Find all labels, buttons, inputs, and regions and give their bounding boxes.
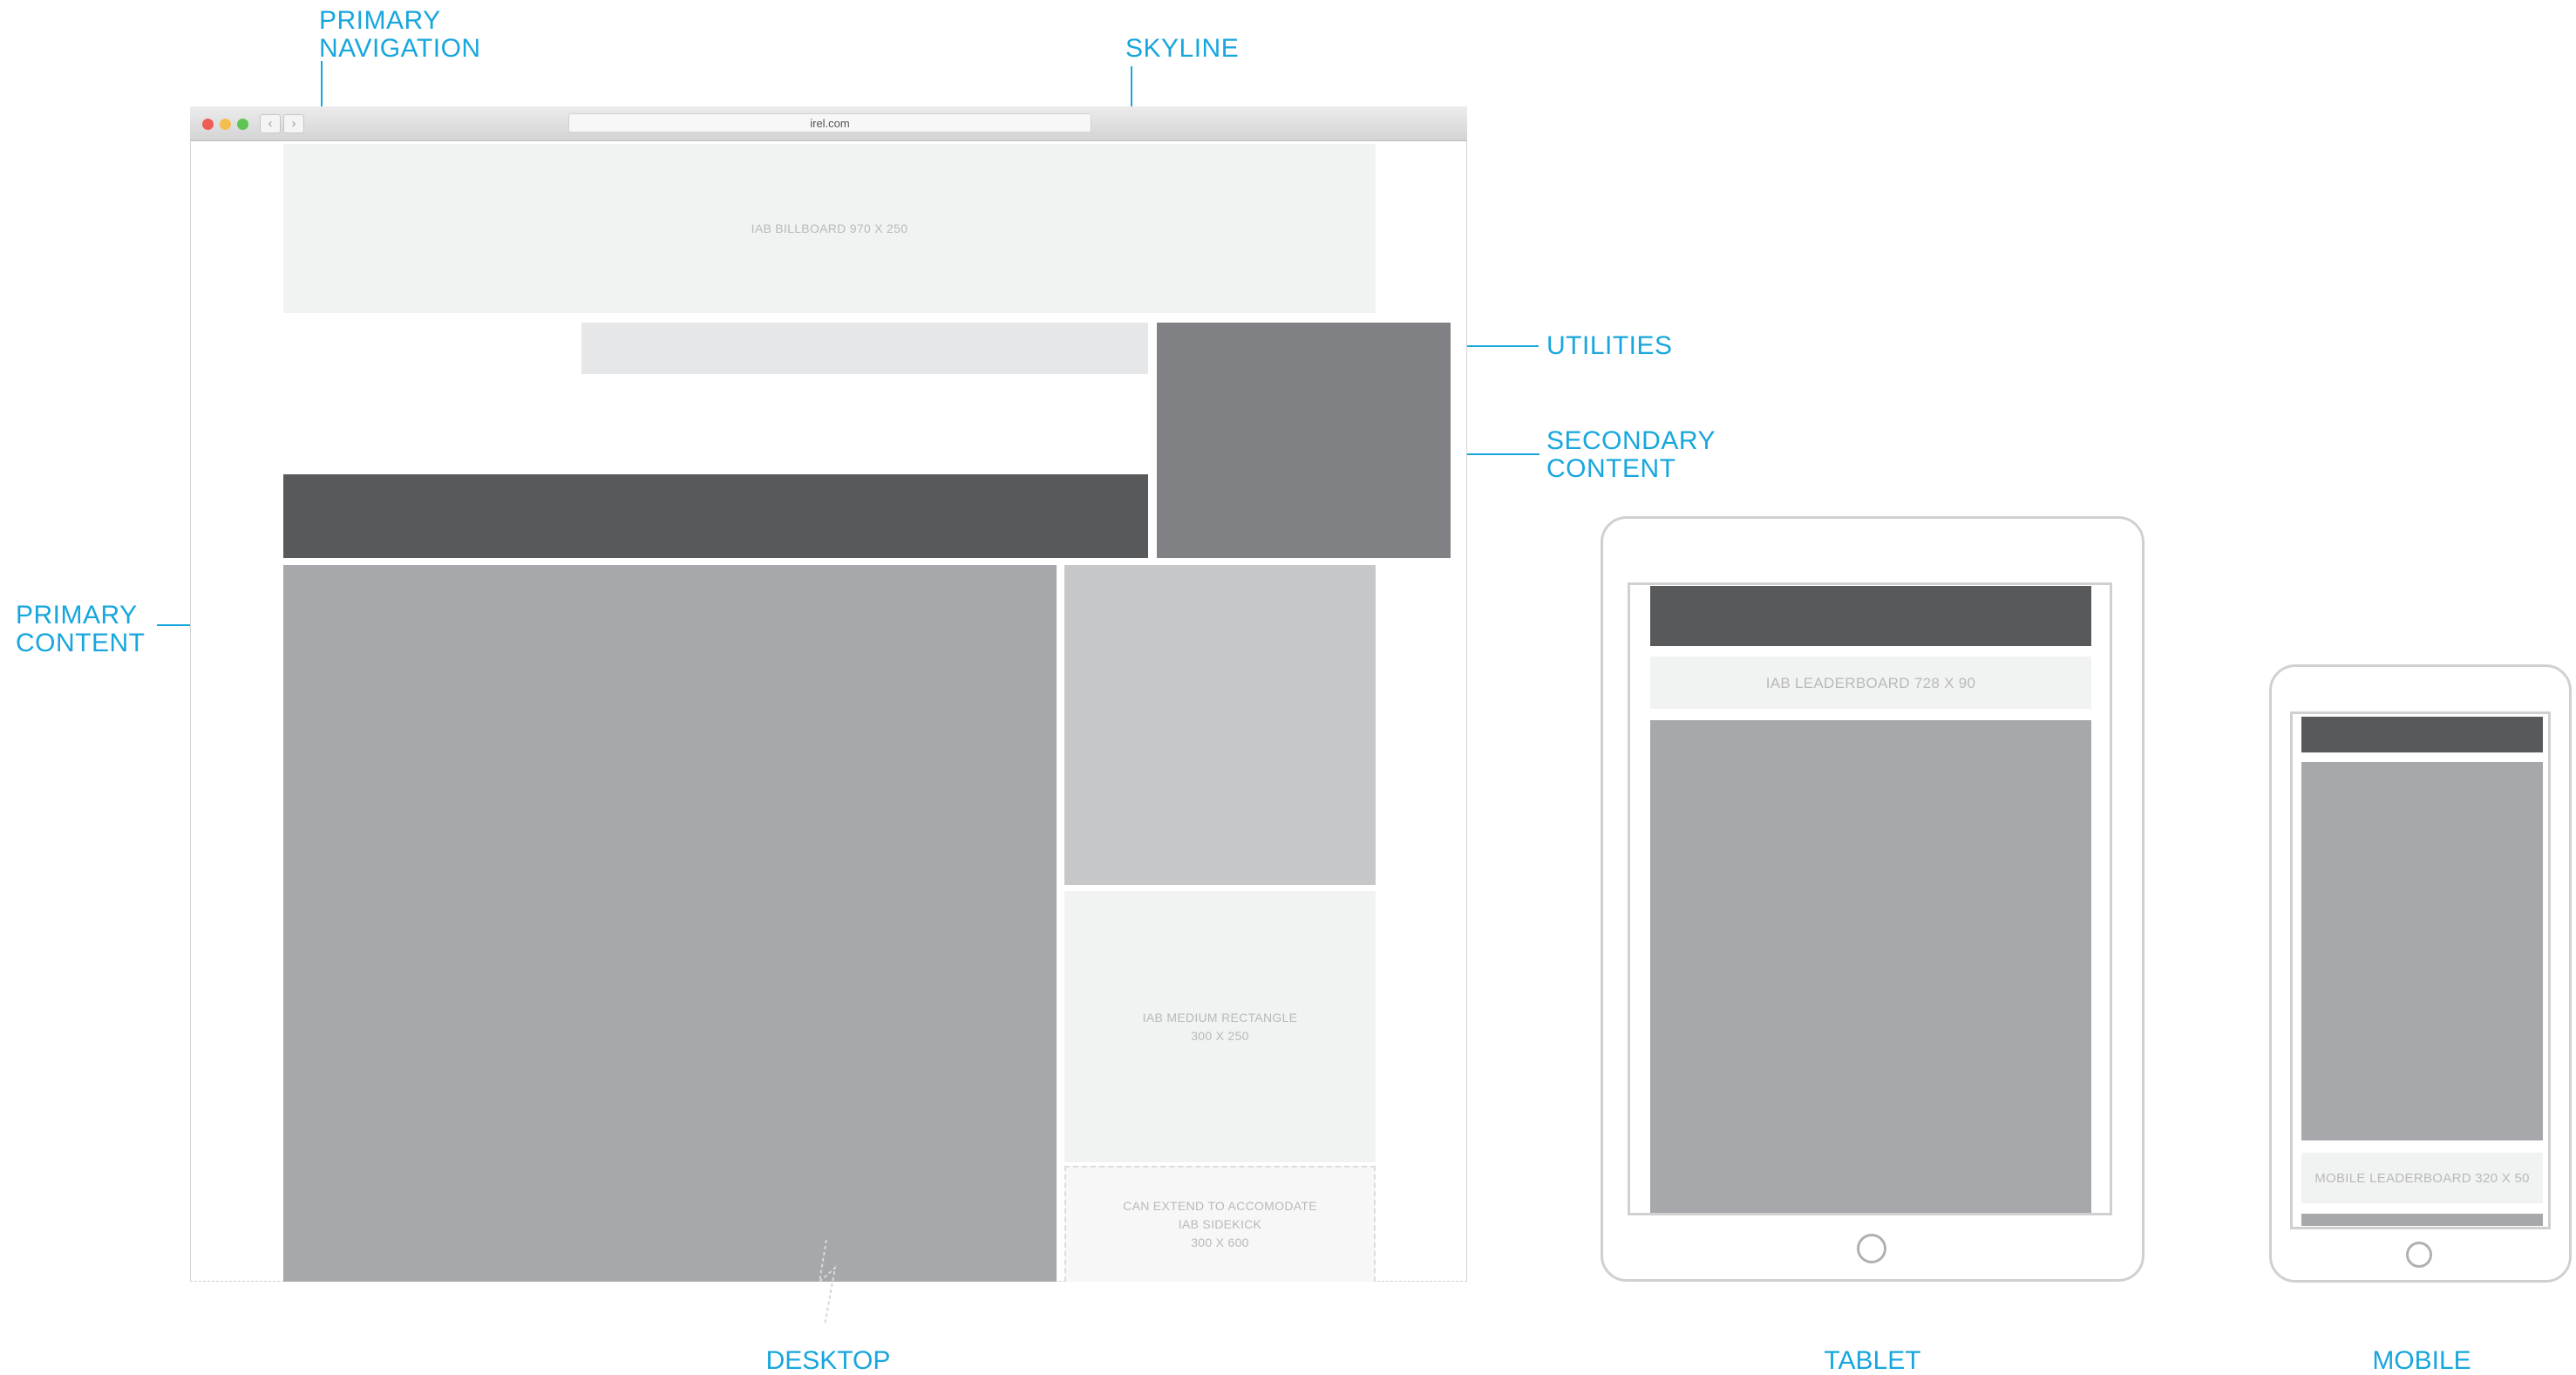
- maximize-dot-icon[interactable]: [237, 119, 248, 130]
- back-button[interactable]: ‹: [260, 114, 281, 133]
- close-dot-icon[interactable]: [202, 119, 214, 130]
- secondary-content-block: [1064, 565, 1376, 885]
- url-bar[interactable]: irel.com: [568, 113, 1091, 133]
- tablet-leaderboard-ad: IAB LEADERBOARD 728 X 90: [1650, 657, 2091, 709]
- tablet-label: TABLET: [1824, 1346, 1921, 1375]
- mobile-leaderboard-label: MOBILE LEADERBOARD 320 X 50: [2314, 1170, 2530, 1186]
- secondary-content-callout-line2: CONTENT: [1546, 454, 1676, 483]
- page-continues-zigzag-icon: [818, 1240, 837, 1326]
- skyline-callout: SKYLINE: [1125, 34, 1240, 63]
- medium-rectangle-label-line2: 300 X 250: [1191, 1028, 1249, 1043]
- medium-rectangle-ad: IAB MEDIUM RECTANGLE 300 X 250: [1064, 891, 1376, 1162]
- mobile-label: MOBILE: [2372, 1346, 2471, 1375]
- mobile-primary-content: [2301, 762, 2543, 1140]
- medium-rectangle-label-line1: IAB MEDIUM RECTANGLE: [1142, 1010, 1298, 1024]
- skyline-bar: [581, 323, 1148, 374]
- desktop-label: DESKTOP: [765, 1346, 891, 1375]
- primary-navigation-callout: PRIMARY NAVIGATION: [319, 7, 481, 63]
- billboard-ad: IAB BILLBOARD 970 X 250: [283, 144, 1376, 313]
- minimize-dot-icon[interactable]: [220, 119, 231, 130]
- secondary-content-callout: SECONDARY CONTENT: [1546, 427, 1716, 483]
- forward-button[interactable]: ›: [283, 114, 304, 133]
- primary-navigation-callout-line2: NAVIGATION: [319, 34, 481, 63]
- mobile-leaderboard-ad: MOBILE LEADERBOARD 320 X 50: [2301, 1153, 2543, 1203]
- tablet-leaderboard-label: IAB LEADERBOARD 728 X 90: [1765, 674, 1976, 691]
- primary-content-callout: PRIMARY CONTENT: [16, 602, 146, 657]
- primary-navigation-callout-line1: PRIMARY: [319, 6, 441, 35]
- primary-content-callout-line1: PRIMARY: [16, 601, 138, 630]
- sidekick-extension-ad: CAN EXTEND TO ACCOMODATE IAB SIDEKICK 30…: [1064, 1166, 1376, 1282]
- mobile-navigation-bar: [2301, 717, 2543, 752]
- secondary-content-callout-line1: SECONDARY: [1546, 426, 1716, 455]
- billboard-ad-label: IAB BILLBOARD 970 X 250: [751, 221, 908, 235]
- tablet-navigation-bar: [1650, 586, 2091, 646]
- mobile-home-button[interactable]: [2406, 1242, 2432, 1268]
- tablet-home-button[interactable]: [1857, 1234, 1886, 1263]
- utilities-block: [1157, 323, 1451, 558]
- utilities-callout: UTILITIES: [1546, 331, 1673, 360]
- mobile-next-content: [2301, 1214, 2543, 1226]
- primary-navigation-bar: [283, 474, 1148, 558]
- sidekick-label-line2: IAB SIDEKICK: [1178, 1217, 1262, 1231]
- primary-content-block: [283, 565, 1057, 1282]
- sidekick-label-line3: 300 X 600: [1191, 1235, 1249, 1249]
- primary-content-callout-line2: CONTENT: [16, 629, 146, 657]
- tablet-primary-content: [1650, 720, 2091, 1213]
- sidekick-label-line1: CAN EXTEND TO ACCOMODATE: [1123, 1199, 1317, 1213]
